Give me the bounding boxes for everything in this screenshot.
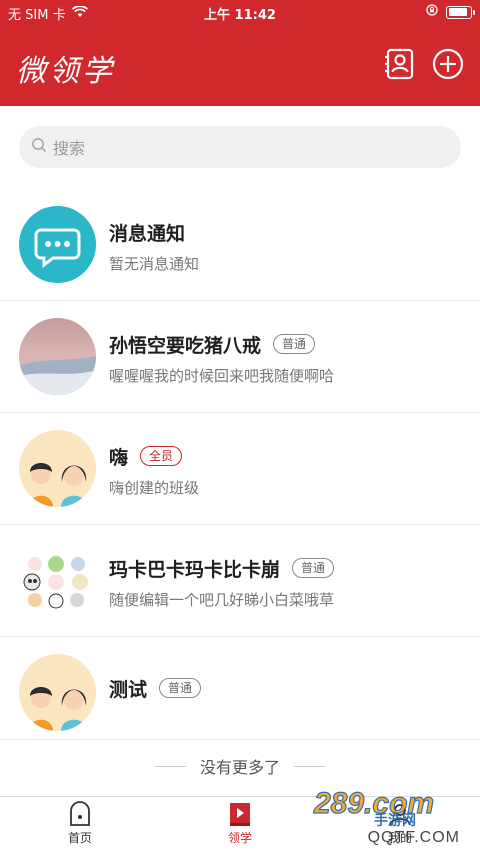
list-item-notifications[interactable]: 消息通知 暂无消息通知 bbox=[0, 189, 480, 301]
list-item-group[interactable]: 测试 普通 bbox=[0, 637, 480, 740]
group-avatar bbox=[19, 542, 96, 619]
item-title: 测试 bbox=[109, 678, 148, 701]
list-item-group[interactable]: 孙悟空要吃猪八戒 普通 喔喔喔我的时候回来吧我随便啊哈 bbox=[0, 301, 480, 413]
tab-home[interactable]: 首页 bbox=[40, 801, 120, 846]
chat-bubble-icon bbox=[34, 228, 81, 269]
watermark-domain: QQTF.COM bbox=[367, 829, 460, 846]
tab-learn[interactable]: 领学 bbox=[200, 801, 280, 846]
rotation-lock-icon bbox=[426, 4, 438, 20]
search-placeholder: 搜索 bbox=[53, 139, 86, 158]
status-time: 上午 11:42 bbox=[204, 8, 276, 23]
item-title: 嗨 bbox=[109, 446, 129, 469]
play-book-icon bbox=[230, 803, 250, 826]
list-item-group[interactable]: 嗨 全员 嗨创建的班级 bbox=[0, 413, 480, 525]
divider bbox=[153, 765, 186, 767]
type-badge: 普通 bbox=[159, 678, 202, 698]
item-subtitle: 随便编辑一个吧几好睇小白菜哦草 bbox=[109, 591, 335, 609]
svg-text:手游网: 手游网 bbox=[374, 812, 416, 828]
end-of-list-note: 没有更多了 bbox=[0, 754, 480, 778]
item-subtitle: 暂无消息通知 bbox=[109, 255, 200, 273]
watermark: 289.com 手游网 QQTF.COM bbox=[310, 779, 460, 849]
item-title: 孙悟空要吃猪八戒 bbox=[109, 334, 262, 357]
home-icon bbox=[70, 801, 90, 826]
app-header: 微领学 bbox=[0, 24, 480, 106]
group-avatar bbox=[19, 430, 96, 507]
battery-icon bbox=[446, 5, 475, 19]
divider bbox=[294, 765, 326, 767]
contacts-button[interactable] bbox=[384, 48, 416, 80]
search-icon bbox=[31, 137, 47, 157]
plus-circle-icon bbox=[432, 48, 464, 80]
group-avatar bbox=[19, 654, 96, 731]
tab-label: 首页 bbox=[67, 831, 92, 845]
conversation-list: 消息通知 暂无消息通知 孙悟空要吃猪八戒 普通 喔喔喔我的时候回来吧我随便啊哈 bbox=[0, 189, 480, 740]
type-badge: 全员 bbox=[140, 446, 183, 466]
item-title: 玛卡巴卡玛卡比卡崩 bbox=[109, 558, 281, 581]
tab-label: 领学 bbox=[227, 831, 252, 845]
item-subtitle: 嗨创建的班级 bbox=[109, 479, 200, 497]
contacts-icon bbox=[385, 48, 414, 80]
item-title: 消息通知 bbox=[109, 222, 186, 245]
item-subtitle: 喔喔喔我的时候回来吧我随便啊哈 bbox=[109, 367, 335, 385]
search-input[interactable]: 搜索 bbox=[19, 126, 461, 168]
status-bar: 无 SIM 卡 上午 11:42 bbox=[0, 0, 480, 24]
notification-avatar bbox=[19, 206, 96, 283]
no-more-label: 没有更多了 bbox=[199, 758, 280, 777]
list-item-group[interactable]: 玛卡巴卡玛卡比卡崩 普通 随便编辑一个吧几好睇小白菜哦草 bbox=[0, 525, 480, 637]
group-avatar bbox=[19, 318, 96, 395]
add-button[interactable] bbox=[432, 48, 464, 80]
type-badge: 普通 bbox=[292, 558, 335, 578]
app-logo: 微领学 bbox=[16, 54, 115, 89]
type-badge: 普通 bbox=[273, 334, 316, 354]
